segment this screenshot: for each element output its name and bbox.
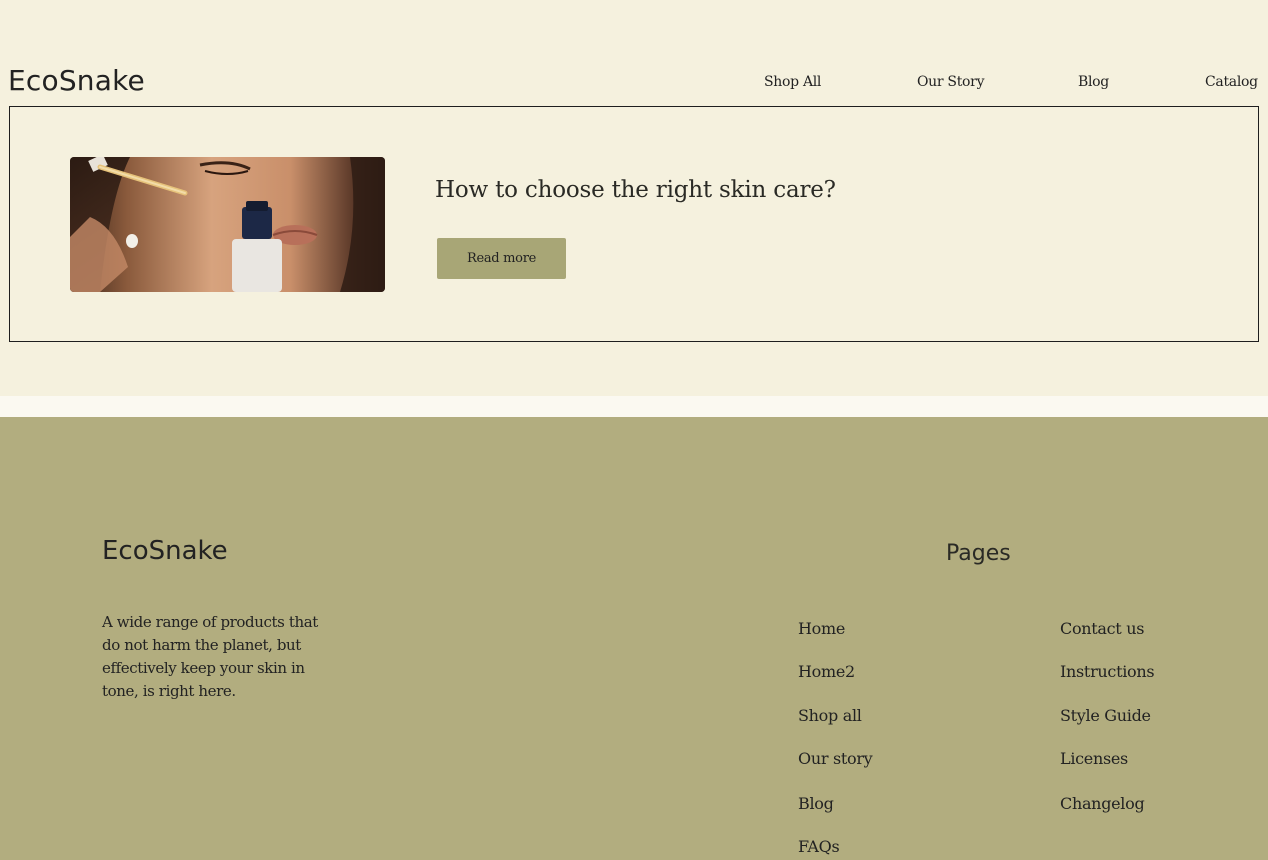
skin-care-photo[interactable] xyxy=(70,157,385,292)
blog-post-card: How to choose the right skin care? Read … xyxy=(9,106,1259,342)
footer-link-instructions[interactable]: Instructions xyxy=(1060,662,1155,681)
nav-catalog[interactable]: Catalog xyxy=(1205,74,1258,90)
footer-link-shop-all[interactable]: Shop all xyxy=(798,706,862,725)
footer-link-changelog[interactable]: Changelog xyxy=(1060,794,1145,813)
footer-link-home2[interactable]: Home2 xyxy=(798,662,855,681)
pages-heading: Pages xyxy=(946,541,1011,566)
footer-brand-logo[interactable]: EcoSnake xyxy=(102,536,228,566)
footer-description: A wide range of products that do not har… xyxy=(102,613,318,700)
footer-link-home[interactable]: Home xyxy=(798,619,845,638)
nav-our-story[interactable]: Our Story xyxy=(917,74,984,90)
footer-link-our-story[interactable]: Our story xyxy=(798,749,873,768)
footer-link-licenses[interactable]: Licenses xyxy=(1060,749,1128,768)
footer-link-blog[interactable]: Blog xyxy=(798,794,834,813)
nav-shop-all[interactable]: Shop All xyxy=(764,74,821,90)
footer-link-contact-us[interactable]: Contact us xyxy=(1060,619,1144,638)
read-more-button[interactable]: Read more xyxy=(437,238,566,279)
brand-logo[interactable]: EcoSnake xyxy=(8,64,145,97)
post-title: How to choose the right skin care? xyxy=(435,177,836,203)
footer-link-faqs[interactable]: FAQs xyxy=(798,837,840,856)
site-footer: EcoSnake A wide range of products that d… xyxy=(0,417,1268,860)
nav-blog[interactable]: Blog xyxy=(1078,74,1109,90)
footer-link-style-guide[interactable]: Style Guide xyxy=(1060,706,1151,725)
section-divider xyxy=(0,396,1268,417)
